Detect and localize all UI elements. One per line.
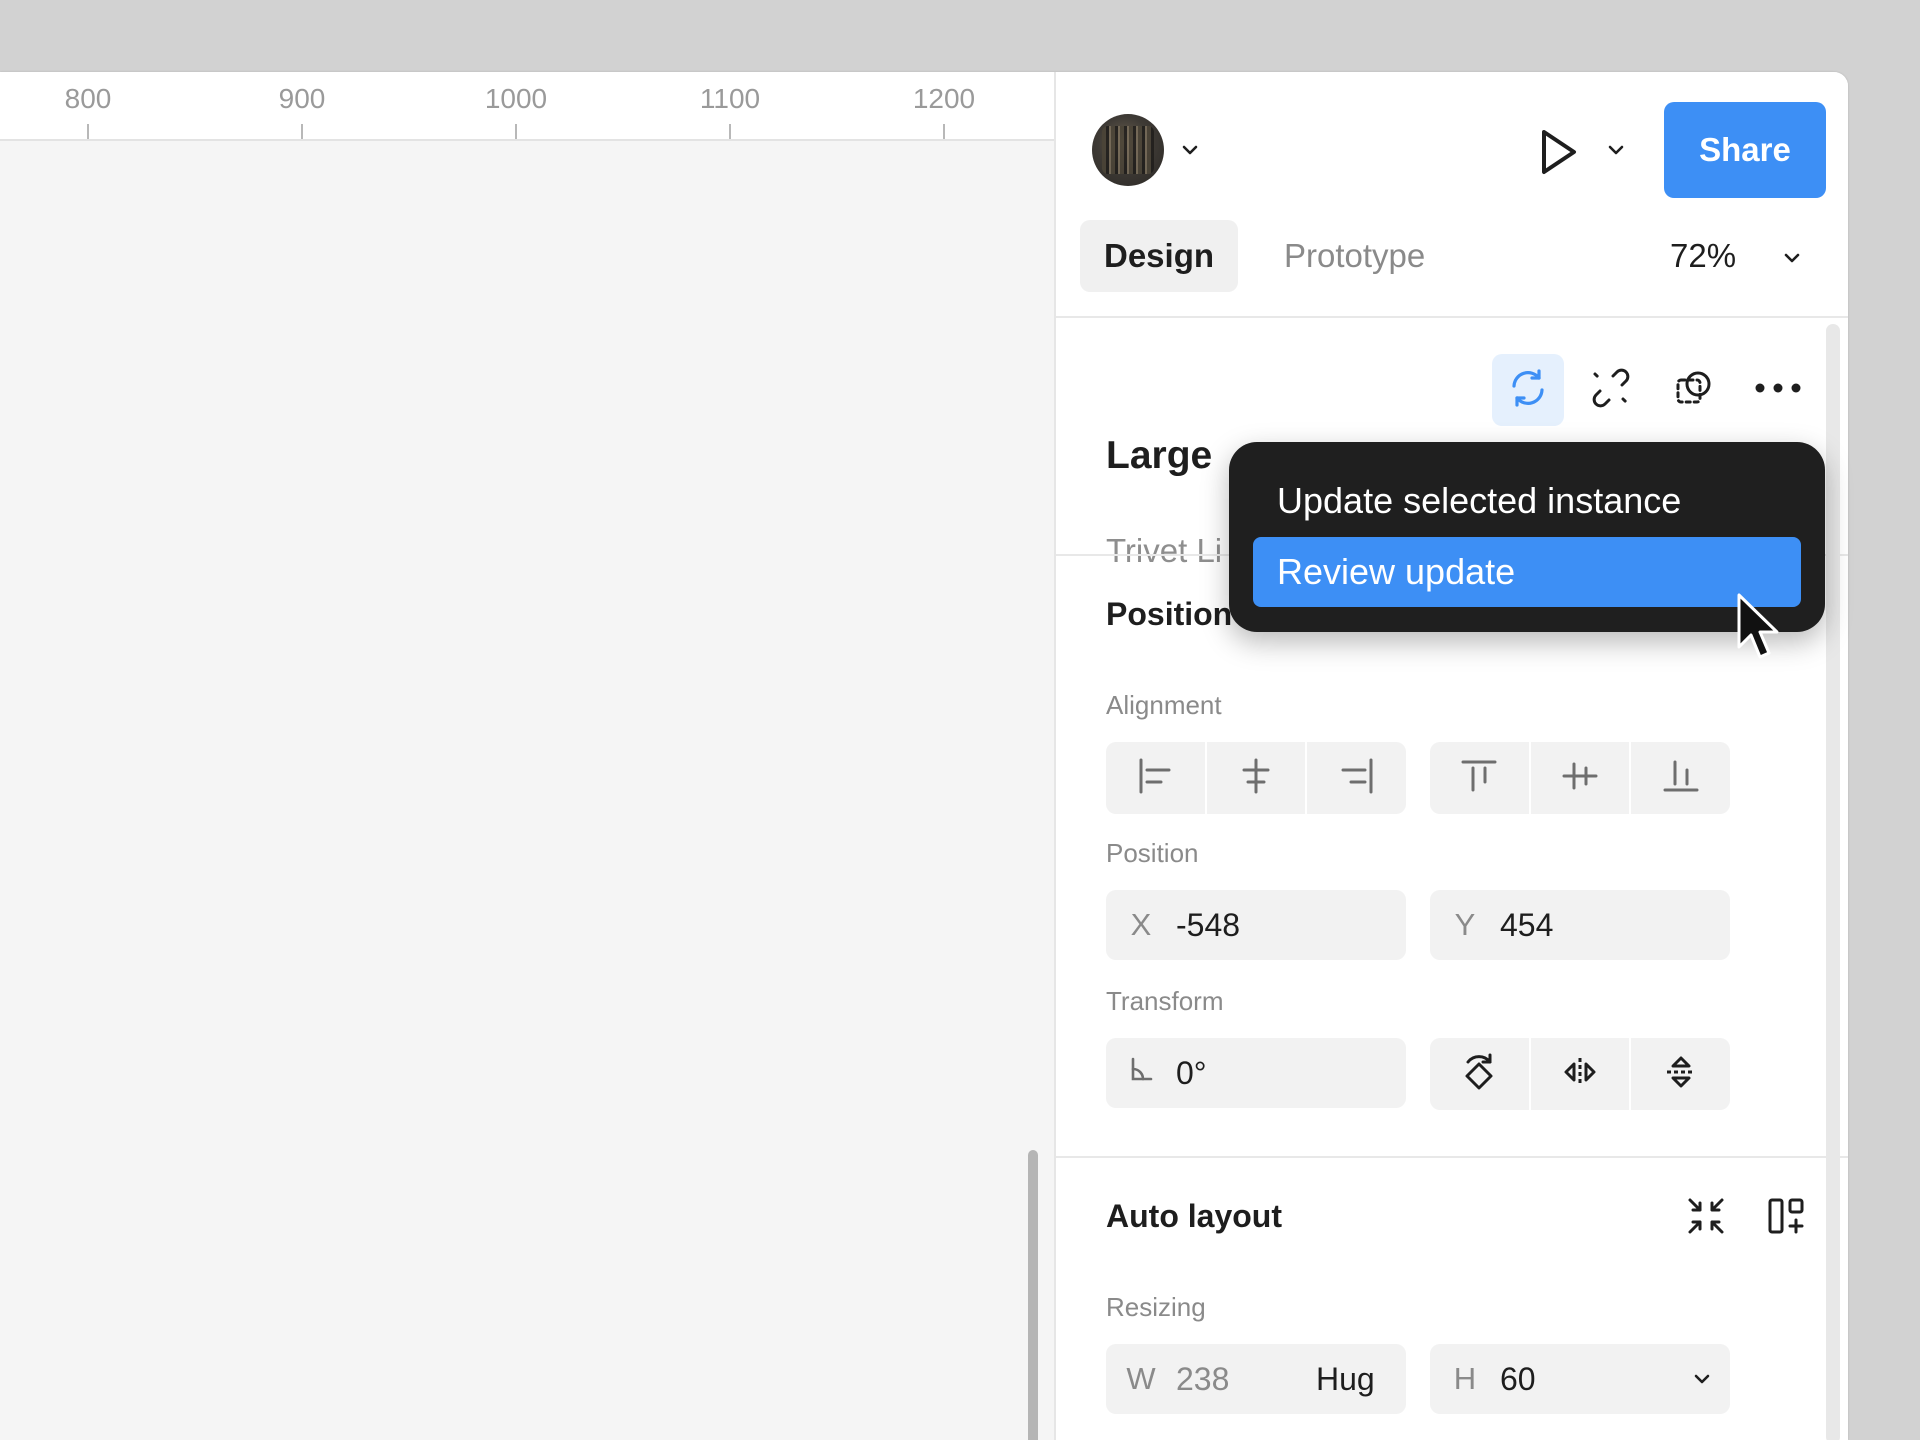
- y-prefix: Y: [1454, 907, 1476, 942]
- ruler-tick: 800: [28, 72, 148, 139]
- ruler-tick-mark: [301, 124, 303, 139]
- height-field[interactable]: H 60: [1430, 1344, 1730, 1414]
- tab-design[interactable]: Design: [1080, 220, 1238, 292]
- align-right-icon: [1337, 756, 1377, 801]
- h-value: 60: [1500, 1360, 1536, 1397]
- ruler-tick: 1200: [884, 72, 1004, 139]
- align-horizontal-center-icon: [1236, 756, 1276, 801]
- ruler-tick-mark: [515, 124, 517, 139]
- align-vertical-center-button[interactable]: [1531, 742, 1632, 814]
- ruler-tick: 1000: [456, 72, 576, 139]
- w-mode: Hug: [1316, 1360, 1375, 1397]
- ruler-tick-mark: [729, 124, 731, 139]
- flip-horizontal-button[interactable]: [1531, 1038, 1632, 1110]
- x-prefix: X: [1130, 907, 1152, 942]
- add-auto-layout-icon[interactable]: [1764, 1194, 1808, 1243]
- ruler-tick-label: 1200: [912, 83, 976, 114]
- broken-link-icon: [1589, 366, 1633, 415]
- zoom-value: 72%: [1670, 237, 1737, 274]
- flip-vertical-button[interactable]: [1631, 1038, 1730, 1110]
- align-top-button[interactable]: [1430, 742, 1531, 814]
- collapse-icon[interactable]: [1684, 1194, 1728, 1243]
- detach-instance-button[interactable]: [1575, 354, 1647, 426]
- resizing-label: Resizing: [1106, 1292, 1206, 1322]
- component-library-name: Trivet Li: [1106, 532, 1223, 569]
- update-component-button[interactable]: [1492, 354, 1564, 426]
- mouse-cursor-icon: [1736, 592, 1784, 669]
- horizontal-alignment-group: [1106, 742, 1406, 814]
- share-button[interactable]: Share: [1664, 102, 1826, 198]
- x-position-field[interactable]: X -548: [1106, 890, 1406, 960]
- align-right-button[interactable]: [1307, 742, 1406, 814]
- align-vertical-center-icon: [1560, 756, 1600, 801]
- refresh-icon: [1506, 366, 1550, 415]
- component-reset-icon: [1672, 366, 1716, 415]
- flip-horizontal-icon: [1560, 1052, 1600, 1097]
- align-bottom-button[interactable]: [1631, 742, 1730, 814]
- more-horizontal-icon: [1754, 381, 1802, 399]
- align-left-icon: [1135, 756, 1175, 801]
- horizontal-ruler: 800 900 1000 1100 1200: [0, 72, 1054, 141]
- menu-item-review-update[interactable]: Review update: [1253, 537, 1801, 607]
- width-field[interactable]: W 238 Hug: [1106, 1344, 1406, 1414]
- rotate-90-button[interactable]: [1430, 1038, 1531, 1110]
- align-left-button[interactable]: [1106, 742, 1207, 814]
- transform-actions-group: [1430, 1038, 1730, 1110]
- more-options-button[interactable]: [1742, 354, 1814, 426]
- align-horizontal-center-button[interactable]: [1207, 742, 1308, 814]
- section-title-position: Position: [1106, 596, 1233, 632]
- flip-vertical-icon: [1661, 1052, 1701, 1097]
- section-title-auto-layout: Auto layout: [1106, 1198, 1282, 1234]
- menu-item-update-selected-instance[interactable]: Update selected instance: [1253, 466, 1801, 536]
- h-prefix: H: [1453, 1361, 1477, 1396]
- rotation-value: 0°: [1176, 1054, 1207, 1091]
- canvas-scrollbar[interactable]: [1028, 1150, 1038, 1440]
- ruler-tick: 1100: [670, 72, 790, 139]
- w-prefix: W: [1126, 1361, 1156, 1396]
- divider: [1056, 1156, 1848, 1158]
- chevron-down-icon[interactable]: [1690, 1367, 1714, 1391]
- transform-label: Transform: [1106, 986, 1224, 1016]
- component-name[interactable]: Large: [1106, 434, 1212, 478]
- properties-panel: Share Design Prototype 72% Large Trivet …: [1054, 72, 1848, 1440]
- align-top-icon: [1459, 756, 1499, 801]
- ruler-tick-label: 900: [278, 83, 326, 114]
- align-bottom-icon: [1661, 756, 1701, 801]
- chevron-down-icon[interactable]: [1780, 246, 1804, 270]
- ruler-tick-label: 800: [64, 83, 112, 114]
- vertical-alignment-group: [1430, 742, 1730, 814]
- y-value: 454: [1500, 906, 1554, 943]
- zoom-level[interactable]: 72%: [1670, 220, 1736, 292]
- chevron-down-icon[interactable]: [1604, 138, 1628, 162]
- x-value: -548: [1176, 906, 1241, 943]
- y-position-field[interactable]: Y 454: [1430, 890, 1730, 960]
- alignment-label: Alignment: [1106, 690, 1222, 720]
- ruler-tick-label: 1000: [484, 83, 548, 114]
- ruler-tick-mark: [87, 124, 89, 139]
- rotation-angle-icon: [1106, 1055, 1176, 1091]
- panel-scrollbar[interactable]: [1826, 324, 1840, 1440]
- ruler-tick-mark: [943, 124, 945, 139]
- position-label: Position: [1106, 838, 1199, 868]
- rotation-field[interactable]: 0°: [1106, 1038, 1406, 1108]
- rotate-icon: [1459, 1050, 1499, 1099]
- tab-prototype[interactable]: Prototype: [1284, 220, 1425, 292]
- app-window: 800 900 1000 1100 1200 Share Design Prot…: [0, 72, 1848, 1440]
- design-canvas[interactable]: [0, 141, 1054, 1440]
- chevron-down-icon[interactable]: [1178, 138, 1202, 162]
- divider: [1056, 316, 1848, 318]
- play-icon[interactable]: [1534, 126, 1582, 183]
- ruler-tick-label: 1100: [699, 83, 761, 114]
- ruler-tick: 900: [242, 72, 362, 139]
- reset-instance-button[interactable]: [1658, 354, 1730, 426]
- avatar[interactable]: [1092, 114, 1164, 186]
- w-value: 238: [1176, 1360, 1230, 1397]
